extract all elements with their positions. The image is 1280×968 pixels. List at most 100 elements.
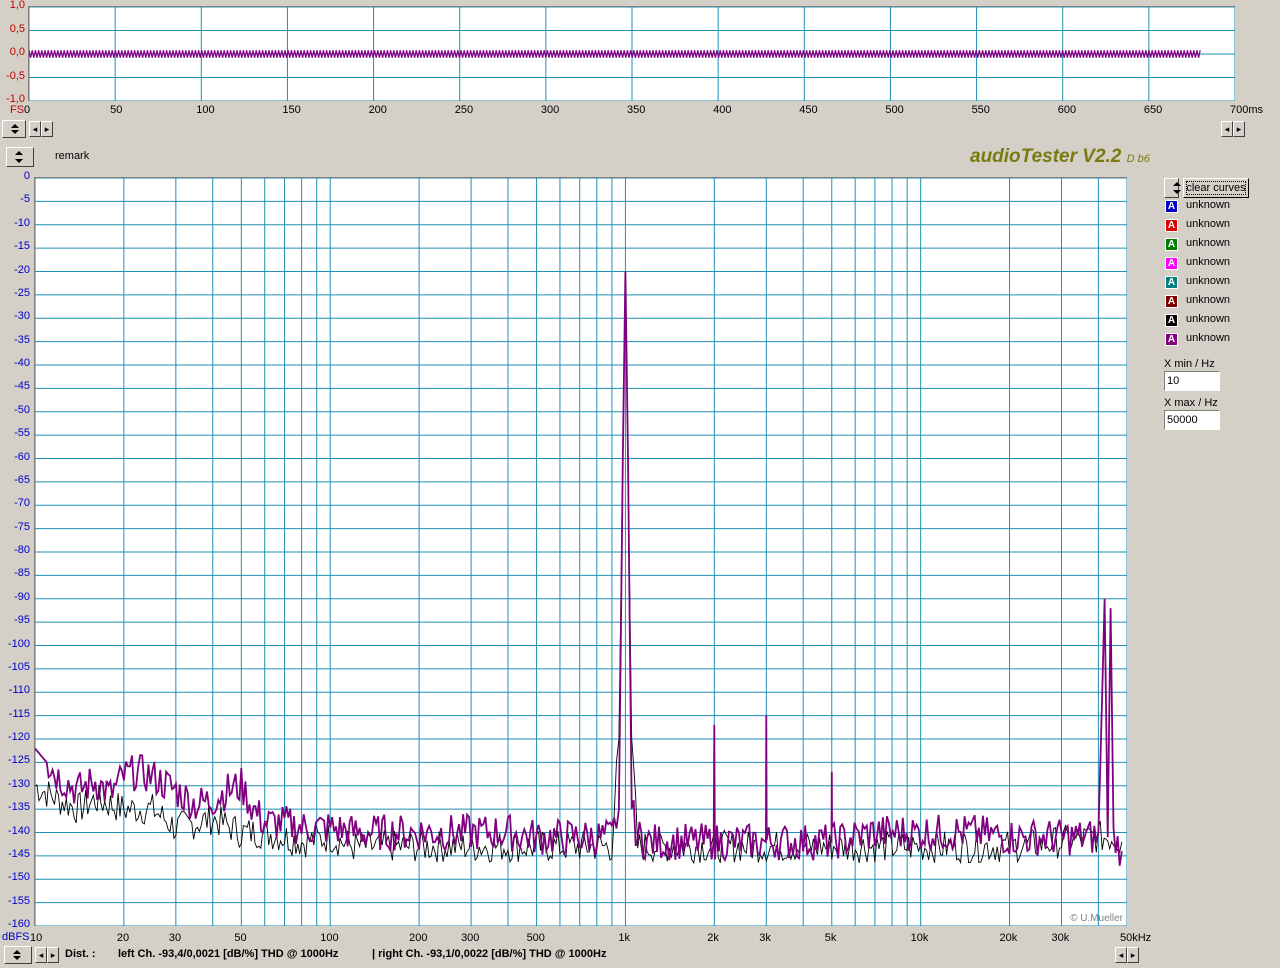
scope-y-tick-label: 0,5 [9, 22, 25, 35]
scope-x-tick-label: 300 [540, 104, 560, 116]
scope-zoom-right-button[interactable]: ▸ [1233, 121, 1245, 137]
dist-right-button[interactable]: ▸ [47, 947, 59, 963]
spectrum-y-tick-label: -55 [14, 427, 30, 440]
spectrum-y-tick-label: -45 [14, 380, 30, 393]
curve-color-swatch: A [1165, 333, 1178, 346]
status-scroll-left-button[interactable]: ◂ [1115, 947, 1127, 963]
spectrum-x-tick-label: 300 [461, 932, 480, 944]
curves-spinner[interactable] [1164, 178, 1181, 198]
spectrum-y-tick-label: -100 [7, 637, 30, 650]
scope-plot-area [28, 6, 1235, 101]
legend-label: unknown [1186, 256, 1231, 268]
scope-x-tick-label: 500 [885, 104, 904, 116]
legend-label: unknown [1186, 237, 1231, 249]
legend-label: unknown [1186, 294, 1231, 306]
spectrum-x-tick-label: 200 [409, 932, 428, 944]
spectrum-x-tick-label: 2k [707, 932, 719, 944]
spectrum-x-tick-label: 1k [618, 932, 631, 944]
spectrum-y-tick-label: -150 [7, 871, 30, 884]
spectrum-x-tick-label: 100 [320, 932, 339, 944]
spectrum-y-tick-label: -160 [7, 918, 30, 930]
spectrum-plot-area: © U.Mueller [34, 177, 1127, 926]
spectrum-y-tick-label: -75 [14, 520, 30, 533]
spectrum-scale-spinner[interactable] [6, 147, 34, 167]
spectrum-y-tick-label: -135 [7, 801, 30, 814]
scope-x-tick-label: 0 [24, 104, 31, 116]
scope-x-tick-label: 700ms [1230, 104, 1264, 116]
scope-scroll-left-button[interactable]: ◂ [29, 121, 41, 137]
spectrum-chart [35, 178, 1127, 926]
scope-zoom-left-button[interactable]: ◂ [1221, 121, 1233, 137]
scope-x-tick-label: 150 [282, 104, 301, 116]
curve-color-swatch: A [1165, 276, 1178, 289]
dist-right-channel: | right Ch. -93,1/0,0022 [dB/%] THD @ 10… [372, 948, 607, 960]
app-title-text: audioTester V2.2 [970, 146, 1122, 167]
spectrum-y-unit: dBFS [2, 931, 30, 943]
spectrum-y-tick-label: -20 [14, 263, 30, 276]
scope-x-tick-label: 100 [196, 104, 215, 116]
dist-left-button[interactable]: ◂ [35, 947, 47, 963]
spectrum-y-tick-label: -50 [14, 403, 30, 416]
spectrum-y-tick-label: -15 [14, 240, 30, 253]
scope-scale-spinner[interactable] [2, 120, 26, 138]
clear-curves-button[interactable]: clear curves [1183, 178, 1249, 198]
dist-left-channel: left Ch. -93,4/0,0021 [dB/%] THD @ 1000H… [118, 948, 339, 960]
spectrum-y-tick-label: -90 [14, 590, 30, 603]
spectrum-y-tick-label: -5 [20, 193, 30, 206]
spectrum-x-tick-label: 3k [759, 932, 771, 944]
spectrum-y-tick-label: -40 [14, 357, 30, 369]
legend-label: unknown [1186, 275, 1231, 287]
spectrum-y-tick-label: -35 [14, 333, 30, 346]
spectrum-x-tick-label: 30k [1051, 932, 1070, 944]
copyright-label: © U.Mueller [1070, 913, 1123, 924]
dist-spinner[interactable] [4, 946, 32, 964]
spectrum-y-tick-label: 0 [23, 170, 30, 182]
spectrum-y-tick-label: -10 [14, 216, 30, 229]
spectrum-x-tick-label: 50 [234, 932, 247, 944]
spectrum-x-tick-label: 500 [526, 932, 545, 944]
xmax-field[interactable]: 50000 [1164, 410, 1220, 430]
scope-x-tick-label: 200 [368, 104, 387, 116]
spectrum-y-tick-label: -145 [7, 847, 30, 860]
scope-x-tick-label: 550 [971, 104, 990, 116]
scope-y-tick-label: 1,0 [9, 0, 25, 11]
scope-x-tick-label: 50 [110, 104, 123, 116]
curve-color-swatch: A [1165, 257, 1178, 270]
remark-label: remark [55, 150, 90, 162]
scope-chart [29, 7, 1235, 101]
app-title: audioTester V2.2 D b6 [970, 146, 1150, 168]
scope-y-tick-label: -0,5 [6, 69, 25, 82]
curve-color-swatch: A [1165, 314, 1178, 327]
spectrum-y-tick-label: -105 [7, 660, 30, 673]
legend-label: unknown [1186, 332, 1231, 344]
spectrum-y-tick-label: -60 [14, 450, 30, 463]
scope-scroll-right-button[interactable]: ▸ [41, 121, 53, 137]
spectrum-y-tick-label: -120 [7, 731, 30, 743]
scope-x-tick-label: 250 [454, 104, 474, 116]
scope-x-tick-label: 600 [1057, 104, 1077, 116]
status-scroll-right-button[interactable]: ▸ [1127, 947, 1139, 963]
spectrum-x-tick-label: 30 [168, 932, 182, 944]
app-version-suffix: D b6 [1126, 153, 1150, 165]
curve-color-swatch: A [1165, 238, 1178, 251]
spectrum-y-tick-label: -125 [7, 754, 30, 767]
legend-label: unknown [1186, 313, 1231, 325]
curve-color-swatch: A [1165, 200, 1178, 213]
legend-label: unknown [1186, 218, 1231, 230]
xmin-field[interactable]: 10 [1164, 371, 1220, 391]
scope-x-tick-label: 400 [713, 104, 732, 116]
scope-x-tick-label: 450 [799, 104, 818, 116]
scope-y-unit: FS [10, 104, 25, 116]
spectrum-y-tick-label: -95 [14, 614, 30, 627]
curve-color-swatch: A [1165, 219, 1178, 232]
spectrum-y-tick-label: -30 [14, 310, 30, 323]
spectrum-x-tick-label: 20k [999, 932, 1018, 944]
scope-y-tick-label: 0,0 [9, 46, 25, 58]
spectrum-series-purple [35, 271, 1123, 866]
spectrum-x-tick-label: 50kHz [1120, 932, 1152, 944]
dist-label: Dist. : [65, 948, 96, 960]
spectrum-y-tick-label: -25 [14, 286, 30, 299]
spectrum-x-tick-label: 5k [824, 932, 837, 944]
spectrum-y-tick-label: -115 [8, 707, 30, 720]
xmin-label: X min / Hz [1164, 358, 1215, 370]
